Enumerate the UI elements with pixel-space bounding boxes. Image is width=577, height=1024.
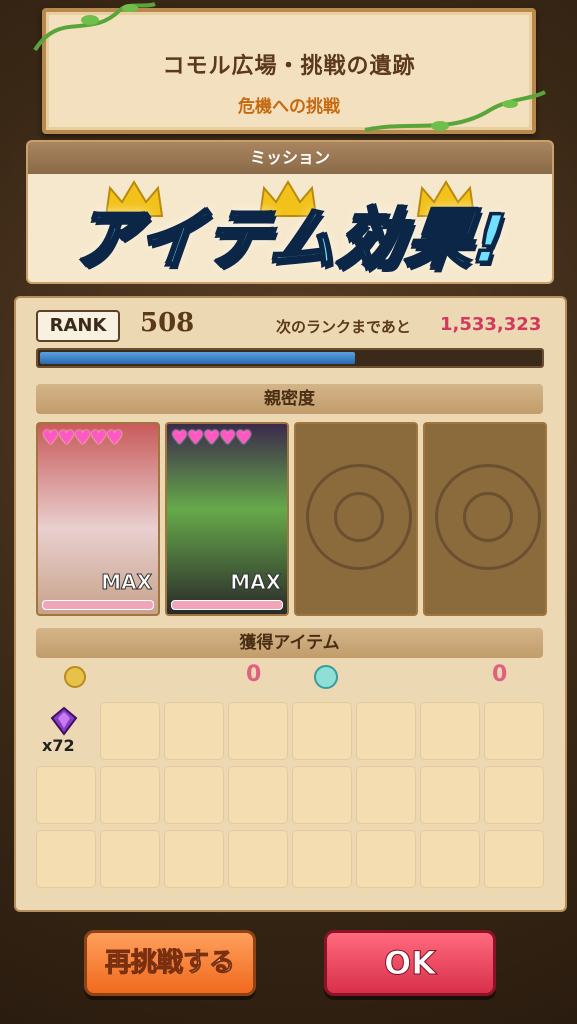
item-slot — [484, 702, 544, 760]
coin-icon — [64, 666, 86, 688]
item-slot — [484, 830, 544, 888]
item-slot — [164, 830, 224, 888]
character-card[interactable]: ♥♥♥♥♥ MAX — [165, 422, 289, 616]
compass-emblem-icon — [435, 464, 541, 570]
ok-button[interactable]: OK — [324, 930, 496, 996]
item-slot — [356, 830, 416, 888]
next-rank-value: 1,533,323 — [440, 314, 542, 335]
vine-decoration-icon — [364, 90, 546, 132]
items-header: 獲得アイテム — [36, 628, 543, 658]
vine-decoration-icon — [33, 2, 156, 52]
affinity-bar — [171, 600, 283, 610]
item-slot — [164, 766, 224, 824]
affinity-header: 親密度 — [36, 384, 543, 414]
item-quantity: x72 — [42, 736, 75, 755]
item-slot — [100, 830, 160, 888]
item-slot — [228, 702, 288, 760]
crystal-icon — [50, 706, 78, 736]
item-slot — [484, 766, 544, 824]
gem-count: 0 — [492, 662, 508, 687]
rank-progress-bar — [36, 348, 544, 368]
max-label: MAX — [230, 570, 282, 595]
currency-row: 0 0 — [36, 662, 543, 692]
item-grid: x72 — [36, 702, 548, 892]
rank-label: RANK — [36, 310, 120, 342]
heart-rating-icon: ♥♥♥♥♥ — [42, 427, 123, 449]
item-slot — [356, 766, 416, 824]
item-slot — [228, 766, 288, 824]
item-slot — [164, 702, 224, 760]
character-card[interactable]: ♥♥♥♥♥ MAX — [36, 422, 160, 616]
empty-card-slot — [423, 422, 547, 616]
next-rank-label: 次のランクまであと — [276, 318, 411, 336]
item-slot — [36, 830, 96, 888]
item-slot — [420, 766, 480, 824]
coin-count: 0 — [246, 662, 262, 687]
item-slot — [100, 702, 160, 760]
retry-button[interactable]: 再挑戦する — [84, 930, 256, 996]
item-slot — [100, 766, 160, 824]
affinity-bar — [42, 600, 154, 610]
rank-progress-fill — [40, 352, 355, 364]
result-panel: RANK 508 次のランクまであと 1,533,323 親密度 ♥♥♥♥♥ M… — [14, 296, 567, 912]
item-slot[interactable]: x72 — [36, 702, 94, 758]
compass-emblem-icon — [306, 464, 412, 570]
item-slot — [292, 702, 352, 760]
max-label: MAX — [101, 570, 153, 595]
heart-rating-icon: ♥♥♥♥♥ — [171, 427, 252, 449]
gem-icon — [314, 665, 338, 689]
mission-header: ミッション — [28, 142, 552, 174]
item-effect-banner: アイテム効果! — [68, 200, 513, 280]
item-slot — [292, 830, 352, 888]
item-slot — [36, 766, 96, 824]
rank-value: 508 — [140, 308, 195, 338]
rank-row: RANK 508 次のランクまであと 1,533,323 — [36, 308, 546, 344]
empty-card-slot — [294, 422, 418, 616]
item-slot — [356, 702, 416, 760]
item-slot — [420, 830, 480, 888]
item-slot — [228, 830, 288, 888]
item-slot — [420, 702, 480, 760]
item-slot — [292, 766, 352, 824]
